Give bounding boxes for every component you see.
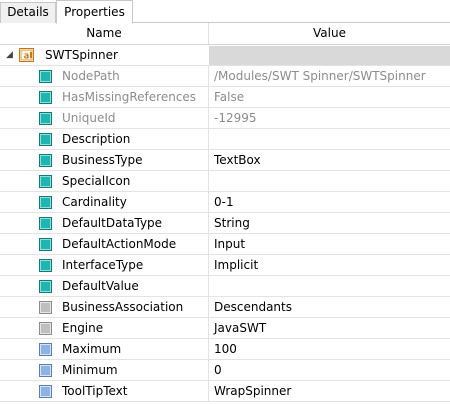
tab-bar: Details Properties	[0, 0, 450, 24]
property-icon	[39, 238, 52, 251]
property-name-cell[interactable]: DefaultValue	[0, 276, 209, 297]
property-name: HasMissingReferences	[62, 90, 197, 104]
property-value[interactable]: Input	[209, 234, 450, 255]
property-value[interactable]	[209, 276, 450, 297]
property-value[interactable]: Implicit	[209, 255, 450, 276]
property-icon	[39, 259, 52, 272]
property-row[interactable]: Maximum 100	[0, 339, 450, 360]
property-name: Maximum	[62, 342, 122, 356]
property-icon	[39, 70, 52, 83]
property-row[interactable]: Engine JavaSWT	[0, 318, 450, 339]
property-row[interactable]: UniqueId -12995	[0, 108, 450, 129]
property-row[interactable]: ToolTipText WrapSpinner	[0, 381, 450, 402]
property-value[interactable]: String	[209, 213, 450, 234]
property-icon	[39, 301, 52, 314]
property-icon	[39, 133, 52, 146]
property-icon	[39, 280, 52, 293]
collapse-triangle-icon[interactable]: ◢	[6, 50, 13, 60]
column-header-name[interactable]: Name	[0, 23, 209, 44]
property-value[interactable]: 0	[209, 360, 450, 381]
property-name-cell[interactable]: Maximum	[0, 339, 209, 360]
property-icon	[39, 217, 52, 230]
property-value: -12995	[209, 108, 450, 129]
property-name: Engine	[62, 321, 104, 335]
property-name: SpecialIcon	[62, 174, 131, 188]
root-label: SWTSpinner	[45, 48, 118, 62]
property-value[interactable]	[209, 129, 450, 150]
column-header-value[interactable]: Value	[209, 23, 450, 44]
property-icon	[39, 91, 52, 104]
property-value[interactable]: 100	[209, 339, 450, 360]
property-row[interactable]: Minimum 0	[0, 360, 450, 381]
property-row[interactable]: Description	[0, 129, 450, 150]
property-name: ToolTipText	[62, 384, 128, 398]
property-name: Minimum	[62, 363, 118, 377]
property-name: Description	[62, 132, 131, 146]
property-row[interactable]: DefaultActionMode Input	[0, 234, 450, 255]
property-row[interactable]: DefaultDataType String	[0, 213, 450, 234]
property-value[interactable]: Descendants	[209, 297, 450, 318]
property-name: DefaultDataType	[62, 216, 163, 230]
property-name-cell[interactable]: HasMissingReferences	[0, 87, 209, 108]
property-name: UniqueId	[62, 111, 116, 125]
grid-header: Name Value	[0, 23, 450, 45]
tab-details[interactable]: Details	[0, 2, 56, 23]
property-icon	[39, 175, 52, 188]
property-name-cell[interactable]: NodePath	[0, 66, 209, 87]
property-row[interactable]: NodePath/Modules/SWT Spinner/SWTSpinner	[0, 66, 450, 87]
property-name-cell[interactable]: Engine	[0, 318, 209, 339]
property-name: DefaultActionMode	[62, 237, 177, 251]
property-name-cell[interactable]: BusinessAssociation	[0, 297, 209, 318]
tab-properties[interactable]: Properties	[56, 0, 133, 24]
property-value[interactable]: TextBox	[209, 150, 450, 171]
tree-root-row[interactable]: ◢ a SWTSpinner	[0, 45, 450, 66]
root-value-cell	[209, 46, 450, 65]
property-name-cell[interactable]: Cardinality	[0, 192, 209, 213]
property-icon	[39, 364, 52, 377]
property-name: NodePath	[62, 69, 120, 83]
property-row[interactable]: DefaultValue	[0, 276, 450, 297]
property-icon	[39, 154, 52, 167]
property-icon	[39, 322, 52, 335]
property-value: /Modules/SWT Spinner/SWTSpinner	[209, 66, 450, 87]
property-icon	[39, 112, 52, 125]
property-name-cell[interactable]: SpecialIcon	[0, 171, 209, 192]
property-name-cell[interactable]: DefaultActionMode	[0, 234, 209, 255]
property-name-cell[interactable]: DefaultDataType	[0, 213, 209, 234]
property-grid: ◢ a SWTSpinner NodePath/Modules/SWT Spin…	[0, 45, 450, 402]
property-name-cell[interactable]: BusinessType	[0, 150, 209, 171]
property-value[interactable]: 0-1	[209, 192, 450, 213]
property-name-cell[interactable]: InterfaceType	[0, 255, 209, 276]
property-icon	[39, 196, 52, 209]
property-name-cell[interactable]: Description	[0, 129, 209, 150]
property-row[interactable]: Cardinality 0-1	[0, 192, 450, 213]
property-name-cell[interactable]: ToolTipText	[0, 381, 209, 402]
property-name-cell[interactable]: UniqueId	[0, 108, 209, 129]
property-row[interactable]: BusinessAssociation Descendants	[0, 297, 450, 318]
property-row[interactable]: HasMissingReferences False	[0, 87, 450, 108]
property-name: InterfaceType	[62, 258, 144, 272]
property-row[interactable]: BusinessType TextBox	[0, 150, 450, 171]
property-name: DefaultValue	[62, 279, 139, 293]
property-value[interactable]: JavaSWT	[209, 318, 450, 339]
property-value[interactable]: WrapSpinner	[209, 381, 450, 402]
property-icon	[39, 343, 52, 356]
component-icon: a	[19, 48, 34, 62]
property-row[interactable]: SpecialIcon	[0, 171, 450, 192]
property-name: BusinessType	[62, 153, 143, 167]
property-value[interactable]	[209, 171, 450, 192]
property-name: BusinessAssociation	[62, 300, 184, 314]
property-name: Cardinality	[62, 195, 127, 209]
property-value: False	[209, 87, 450, 108]
property-name-cell[interactable]: Minimum	[0, 360, 209, 381]
svg-text:a: a	[24, 52, 30, 62]
property-icon	[39, 385, 52, 398]
property-row[interactable]: InterfaceType Implicit	[0, 255, 450, 276]
